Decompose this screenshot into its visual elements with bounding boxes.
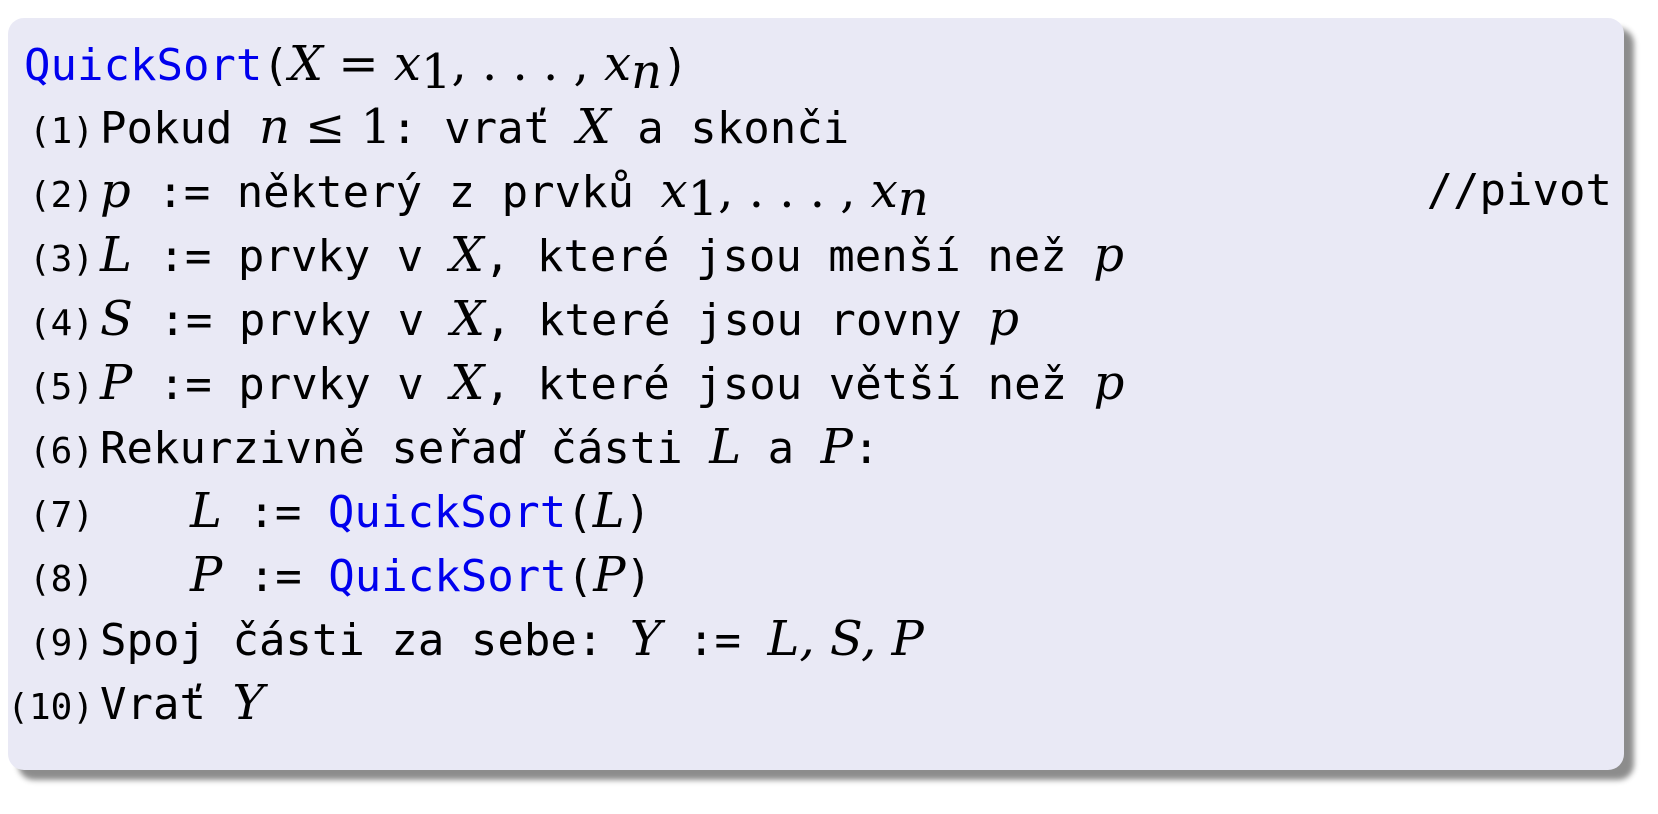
header-paren-close: )	[662, 40, 689, 91]
header-xn: x	[604, 36, 632, 92]
math-var: n	[258, 99, 290, 155]
step-text: , které jsou větší než	[484, 359, 1094, 410]
header-x1: x	[393, 36, 421, 92]
step-text: :=	[661, 615, 768, 666]
step-5: (5) P := prvky v X, které jsou větší než …	[0, 352, 1640, 414]
step-text: Pokud	[100, 103, 259, 154]
paren-close: )	[625, 551, 652, 602]
math-var: P	[100, 355, 133, 411]
step-text: := některý z prvků	[130, 167, 661, 218]
step-number: (2)	[28, 175, 94, 216]
header-subn: n	[631, 44, 663, 100]
paren-close: )	[624, 487, 652, 538]
math-sub: 1	[687, 171, 719, 227]
math-var: p	[100, 163, 131, 219]
step-text: := prvky v	[132, 359, 451, 410]
math-sub: n	[897, 171, 929, 227]
step-number: (10)	[7, 687, 94, 728]
math-var: L	[100, 227, 132, 283]
math-var: X	[449, 227, 484, 283]
math-var: p	[988, 291, 1020, 347]
math-var: P	[190, 547, 223, 603]
step-text: :=	[222, 551, 329, 602]
header-var-x: X	[288, 36, 324, 92]
math-var: p	[1093, 227, 1124, 283]
step-text: a skonči	[610, 103, 850, 154]
math-expr: ≤ 1	[289, 99, 392, 155]
math-var: x	[870, 163, 898, 219]
function-call: QuickSort	[327, 487, 567, 538]
math-var: L	[592, 483, 625, 539]
step-text: :	[852, 423, 880, 474]
step-1: (1) Pokud n ≤ 1: vrať X a skonči	[0, 96, 1640, 158]
step-number: (1)	[28, 111, 94, 152]
math-var: X	[450, 355, 485, 411]
step-3: (3) L := prvky v X, které jsou menší než …	[0, 224, 1640, 286]
step-6: (6) Rekurzivně seřaď části L a P:	[0, 416, 1640, 478]
algorithm-header: QuickSort(X = x1, . . . , xn)	[24, 33, 1658, 96]
step-number: (6)	[28, 431, 94, 472]
header-ellipsis: , . . . ,	[451, 36, 605, 92]
step-number: (5)	[28, 367, 94, 408]
math-var: Y	[629, 611, 662, 667]
math-var: S	[100, 291, 133, 347]
step-number: (3)	[28, 239, 94, 280]
math-var: P	[820, 419, 853, 475]
step-text: := prvky v	[132, 295, 451, 346]
math-ellipsis: , . . . ,	[718, 163, 871, 219]
math-var: x	[660, 163, 688, 219]
paren-open: (	[566, 551, 594, 602]
math-var: X	[576, 99, 611, 155]
step-text: Spoj části za sebe:	[100, 615, 630, 666]
math-var: p	[1093, 355, 1125, 411]
step-7: (7) L := QuickSort(L)	[0, 480, 1640, 542]
step-text: Rekurzivně seřaď části	[100, 423, 710, 474]
step-number: (7)	[28, 495, 94, 536]
step-number: (4)	[28, 303, 94, 344]
step-8: (8) P := QuickSort(P)	[0, 544, 1640, 606]
math-var: L, S, P	[767, 611, 924, 667]
step-text: , které jsou menší než	[483, 231, 1094, 282]
header-eq: =	[323, 36, 394, 92]
step-9: (9) Spoj části za sebe: Y := L, S, P	[0, 608, 1640, 670]
function-call: QuickSort	[328, 551, 567, 602]
step-number: (8)	[28, 559, 94, 600]
math-var: X	[450, 291, 485, 347]
header-paren-open: (	[262, 40, 289, 91]
math-var: L	[709, 419, 742, 475]
function-name: QuickSort	[24, 40, 263, 91]
step-text: := prvky v	[131, 231, 450, 282]
step-number: (9)	[28, 623, 94, 664]
step-text: : vrať	[391, 103, 577, 154]
step-text: a	[741, 423, 821, 474]
step-2: (2) p := některý z prvků x1, . . . , xn /…	[0, 160, 1640, 223]
header-sub1: 1	[420, 44, 452, 100]
paren-open: (	[566, 487, 593, 538]
step-10: (10) Vrať Y	[0, 672, 1640, 734]
step-text: :=	[221, 487, 328, 538]
step-text: Vrať	[100, 679, 233, 730]
math-var: L	[190, 483, 222, 539]
math-var: P	[593, 547, 626, 603]
math-var: Y	[232, 675, 265, 731]
step-4: (4) S := prvky v X, které jsou rovny p	[0, 288, 1640, 350]
pivot-comment: //pivot	[1426, 165, 1612, 216]
step-text: , které jsou rovny	[484, 295, 989, 346]
